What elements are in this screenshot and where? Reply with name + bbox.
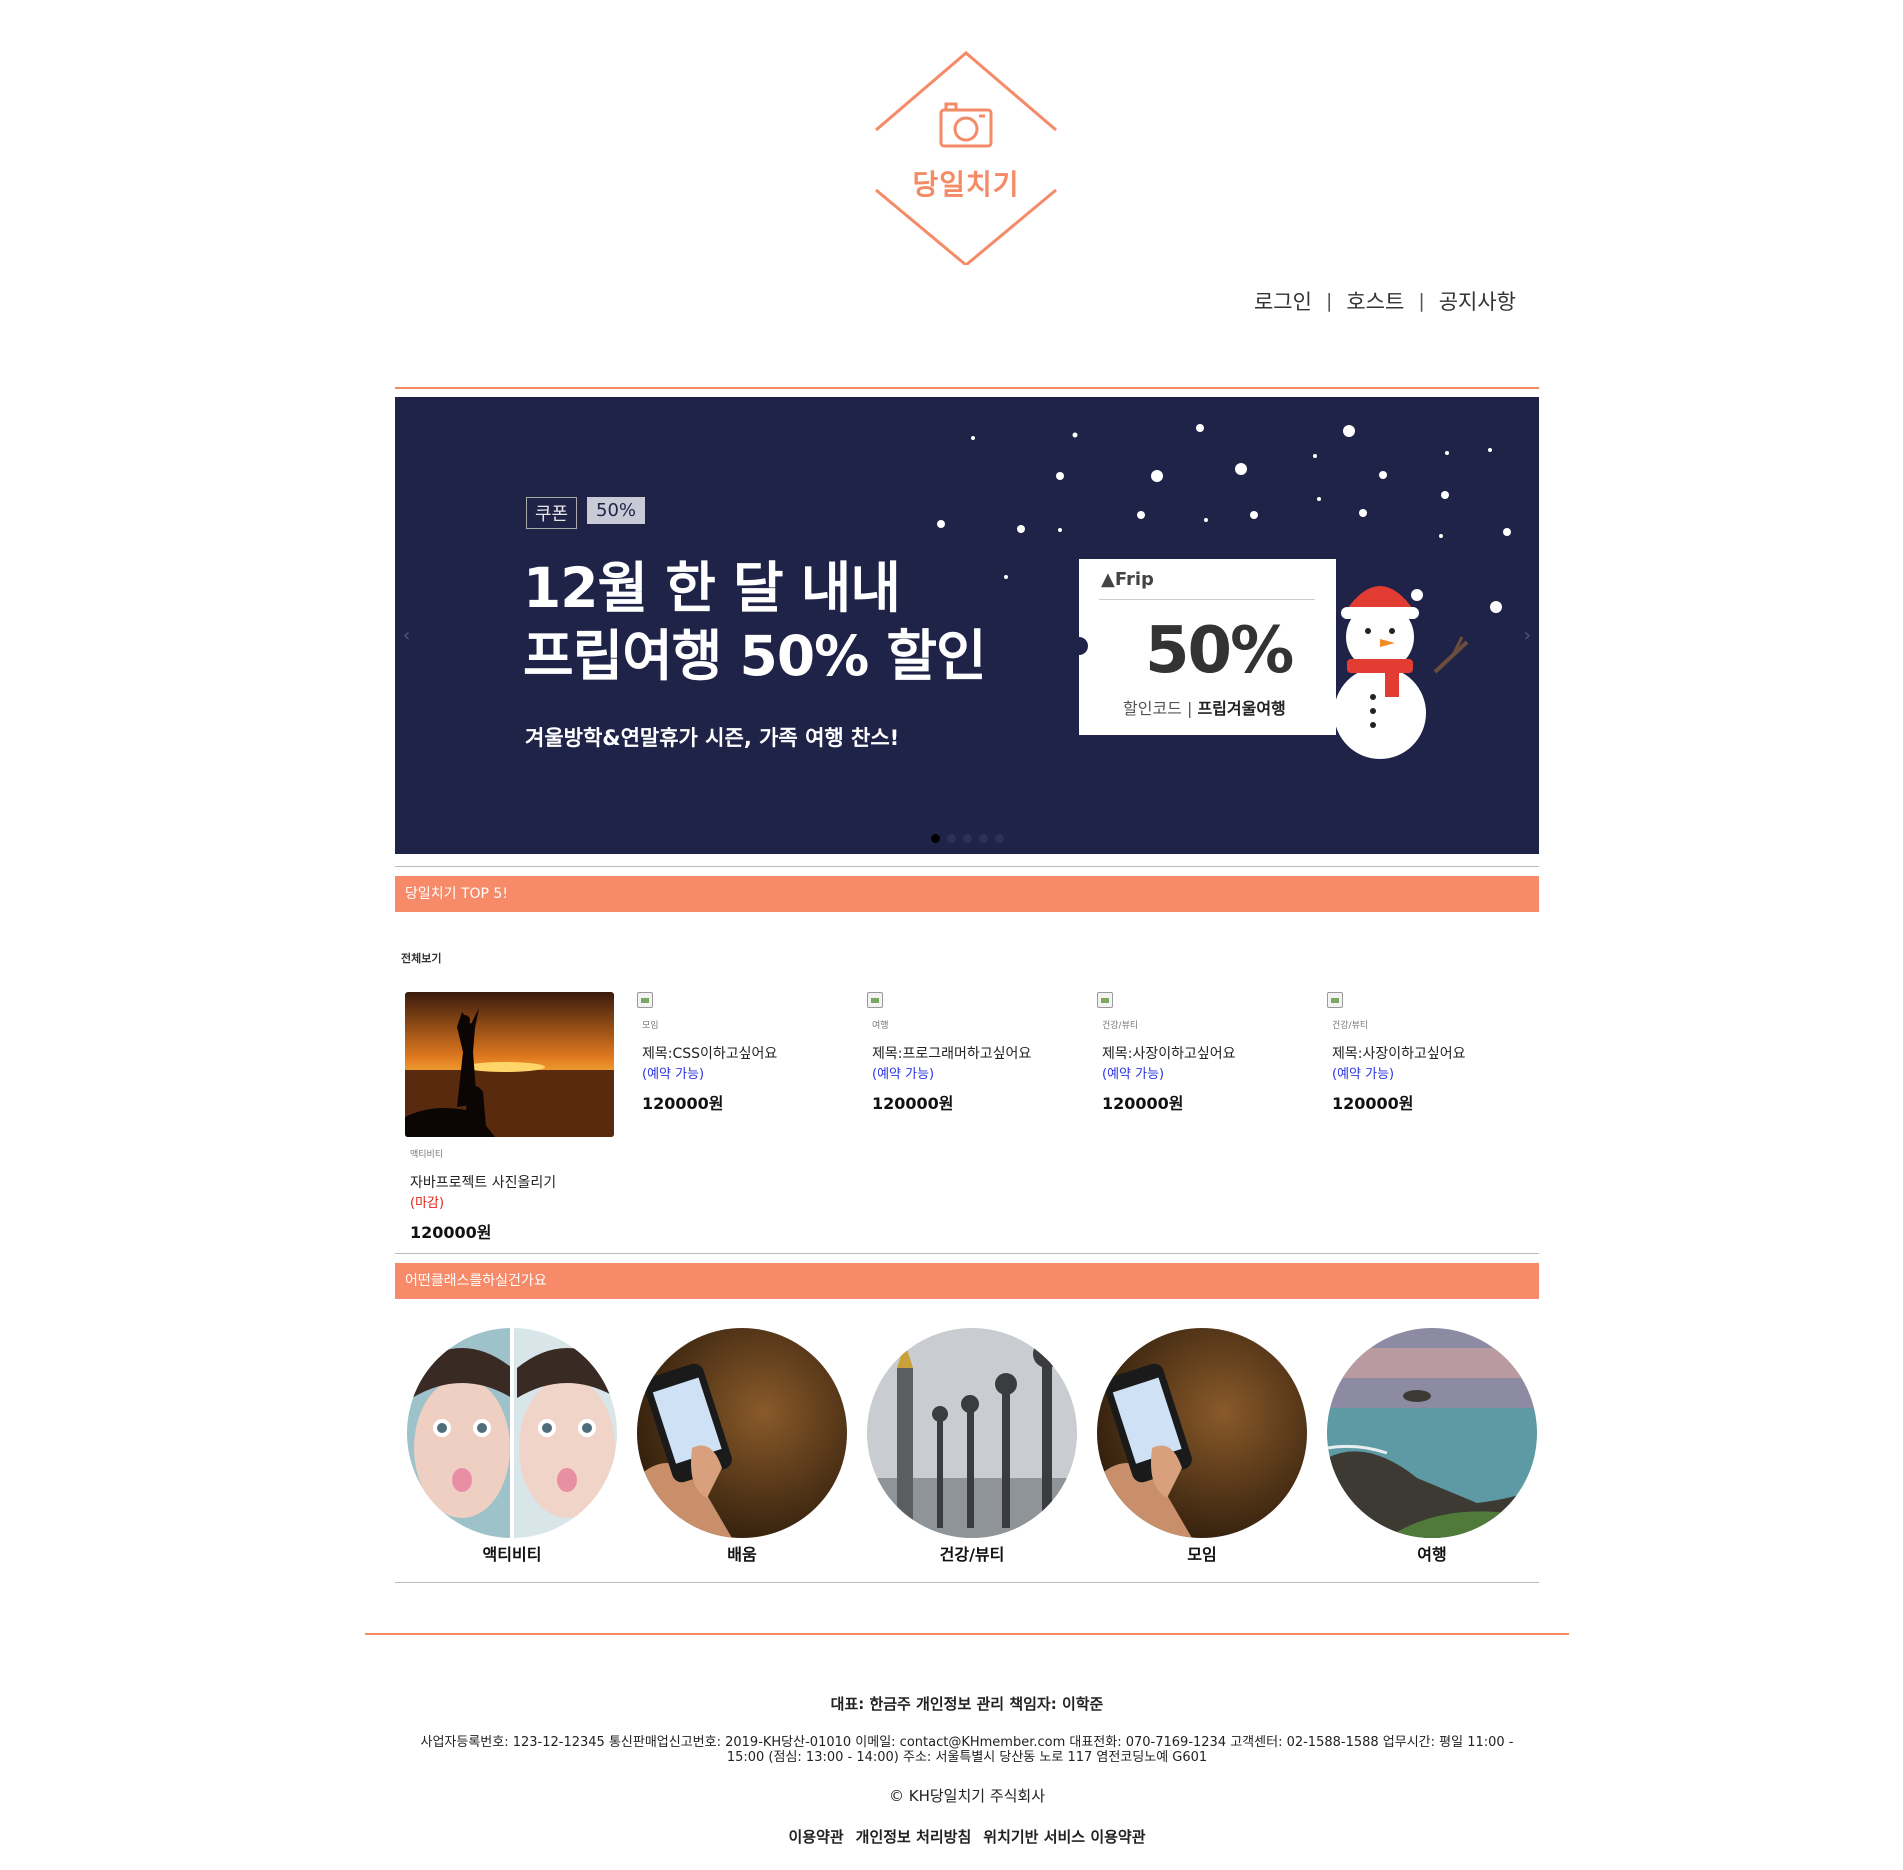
site-logo[interactable]: 당일치기	[866, 50, 1066, 267]
footer-representative: 대표: 한금주 개인정보 관리 책임자: 이학준	[830, 1695, 1104, 1713]
carousel-dots	[931, 834, 1004, 843]
product-card[interactable]: 건강/뷰티 제목:사장이하고싶어요 (예약 가능) 120000원	[1097, 992, 1312, 1114]
banner-headline: 12월 한 달 내내 프립여행 50% 할인	[523, 554, 987, 690]
product-category: 건강/뷰티	[1332, 1021, 1369, 1031]
product-image	[405, 992, 614, 1137]
product-title: 자바프로젝트 사진올리기	[410, 1175, 557, 1191]
banner-headline-line-2: 프립여행 50% 할인	[523, 624, 987, 688]
class-image	[1097, 1328, 1307, 1538]
class-image	[867, 1328, 1077, 1538]
carousel-dot[interactable]	[931, 834, 940, 843]
carousel-dot[interactable]	[995, 834, 1004, 843]
product-category: 모임	[642, 1021, 659, 1031]
phone-in-hand-image	[1097, 1328, 1307, 1538]
coupon-divider	[1099, 599, 1315, 600]
seaside-coast-image	[1327, 1328, 1537, 1538]
broken-image-icon	[1097, 992, 1113, 1008]
product-price: 120000원	[1102, 1094, 1184, 1113]
product-price: 120000원	[1332, 1094, 1414, 1113]
product-title: 제목:사장이하고싶어요	[1102, 1046, 1236, 1062]
product-card[interactable]: 여행 제목:프로그래머하고싶어요 (예약 가능) 120000원	[867, 992, 1082, 1114]
banner-headline-line-1: 12월 한 달 내내	[523, 556, 901, 620]
carousel-dot[interactable]	[947, 834, 956, 843]
product-status: (예약 가능)	[872, 1067, 935, 1082]
class-image	[1327, 1328, 1537, 1538]
nav-separator: |	[1418, 290, 1425, 312]
privacy-policy-link[interactable]: 개인정보 처리방침	[856, 1826, 972, 1847]
footer-copyright: © KH당일치기 주식회사	[888, 1787, 1046, 1805]
coupon-brand: ▲Frip	[1101, 569, 1154, 590]
coupon-tag: 쿠폰	[526, 497, 578, 529]
broken-image-icon	[1327, 992, 1343, 1008]
notice-link[interactable]: 공지사항	[1439, 286, 1516, 316]
product-title: 제목:프로그래머하고싶어요	[872, 1046, 1032, 1062]
coupon-notch	[1070, 637, 1088, 655]
phone-in-hand-image	[637, 1328, 847, 1538]
host-link[interactable]: 호스트	[1346, 286, 1404, 316]
sunset-silhouette-image	[405, 992, 614, 1137]
top5-heading: 당일치기 TOP 5!	[395, 876, 1539, 912]
product-title: 제목:사장이하고싶어요	[1332, 1046, 1466, 1062]
logo-diamond	[875, 51, 1057, 267]
product-price: 120000원	[642, 1094, 724, 1113]
promo-banner-carousel[interactable]: 쿠폰 50% 12월 한 달 내내 프립여행 50% 할인 겨울방학&연말휴가 …	[395, 397, 1539, 854]
product-category: 건강/뷰티	[1102, 1021, 1139, 1031]
product-status: (마감)	[410, 1196, 445, 1211]
coupon-value: 50%	[1145, 614, 1294, 688]
coupon-code: 할인코드 | 프립겨울여행	[1123, 699, 1286, 718]
class-label: 건강/뷰티	[939, 1545, 1005, 1564]
banner-subline: 겨울방학&연말휴가 시즌, 가족 여행 찬스!	[525, 726, 900, 750]
section-divider	[395, 866, 1539, 867]
carousel-dot[interactable]	[979, 834, 988, 843]
product-price: 120000원	[872, 1094, 954, 1113]
product-status: (예약 가능)	[1102, 1067, 1165, 1082]
class-image	[407, 1328, 617, 1538]
view-all-link[interactable]: 전체보기	[401, 950, 441, 966]
logo-text: 당일치기	[912, 168, 1020, 201]
footer-links: 이용약관 개인정보 처리방침 위치기반 서비스 이용약관	[395, 1826, 1539, 1847]
carousel-next-icon[interactable]: ›	[1524, 625, 1531, 646]
class-label: 여행	[1417, 1545, 1447, 1564]
product-status: (예약 가능)	[642, 1067, 705, 1082]
footer-business-info: 사업자등록번호: 123-12-12345 통신판매업신고번호: 2019-KH…	[420, 1735, 1514, 1765]
product-price: 120000원	[410, 1223, 492, 1242]
location-terms-link[interactable]: 위치기반 서비스 이용약관	[983, 1826, 1145, 1847]
footer-divider	[365, 1633, 1569, 1635]
product-title: 제목:CSS이하고싶어요	[642, 1046, 778, 1062]
class-label: 배움	[727, 1545, 757, 1564]
camera-icon	[939, 102, 993, 148]
class-category-health-beauty[interactable]: 건강/뷰티	[867, 1328, 1077, 1565]
class-label: 액티비티	[482, 1545, 542, 1564]
section-divider	[395, 1582, 1539, 1583]
login-link[interactable]: 로그인	[1254, 286, 1312, 316]
product-category: 액티비티	[410, 1150, 444, 1160]
class-category-learning[interactable]: 배움	[637, 1328, 847, 1565]
percent-tag: 50%	[587, 497, 646, 524]
broken-image-icon	[867, 992, 883, 1008]
class-category-travel[interactable]: 여행	[1327, 1328, 1537, 1565]
bridge-lamps-image	[867, 1328, 1077, 1538]
nav-separator: |	[1325, 290, 1333, 312]
header-divider	[395, 387, 1539, 389]
product-card[interactable]: 액티비티 자바프로젝트 사진올리기 (마감) 120000원	[405, 992, 620, 1243]
product-card[interactable]: 모임 제목:CSS이하고싶어요 (예약 가능) 120000원	[637, 992, 852, 1114]
face-portrait-image	[407, 1328, 617, 1538]
class-category-meetup[interactable]: 모임	[1097, 1328, 1307, 1565]
class-label: 모임	[1187, 1545, 1217, 1564]
carousel-dot[interactable]	[963, 834, 972, 843]
top-nav: 로그인 | 호스트 | 공지사항	[1254, 286, 1516, 316]
broken-image-icon	[637, 992, 653, 1008]
class-category-activity[interactable]: 액티비티	[407, 1328, 617, 1565]
terms-link[interactable]: 이용약관	[788, 1826, 843, 1847]
classes-heading: 어떤클래스를하실건가요	[395, 1263, 1539, 1299]
section-divider	[395, 1253, 1539, 1254]
product-category: 여행	[872, 1021, 889, 1031]
coupon-card: ▲Frip 50% 할인코드 | 프립겨울여행	[1070, 559, 1336, 735]
carousel-prev-icon[interactable]: ‹	[403, 625, 410, 646]
product-card[interactable]: 건강/뷰티 제목:사장이하고싶어요 (예약 가능) 120000원	[1327, 992, 1542, 1114]
class-image	[637, 1328, 847, 1538]
product-status: (예약 가능)	[1332, 1067, 1395, 1082]
